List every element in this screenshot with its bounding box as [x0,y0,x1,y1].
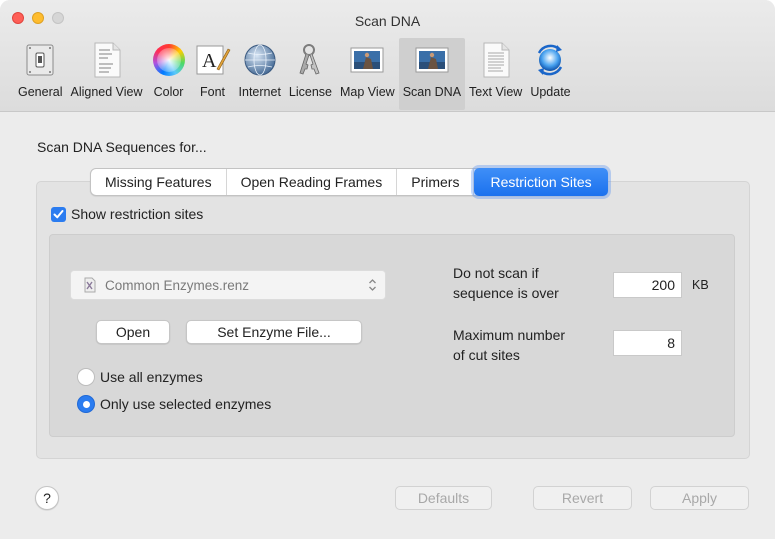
toolbar-item-scan-dna[interactable]: Scan DNA [398,38,466,110]
preferences-content: Scan DNA Sequences for... Missing Featur… [0,113,775,539]
toolbar-label: Map View [340,85,395,99]
preferences-window: Scan DNA General Aligned View Color A Fo… [0,0,775,539]
enzyme-file-popup[interactable]: Common Enzymes.renz [70,270,386,300]
chevron-updown-icon [369,279,376,291]
show-restriction-sites-row[interactable]: Show restriction sites [51,206,203,222]
toolbar-label: Scan DNA [402,85,462,99]
help-button[interactable]: ? [35,486,59,510]
toolbar-item-text-view[interactable]: Text View [465,38,526,110]
max-cut-sites-label: Maximum number of cut sites [453,325,565,365]
tab-missing-features[interactable]: Missing Features [91,169,227,195]
toolbar-label: Color [153,85,184,99]
toolbar-item-update[interactable]: Update [526,38,574,110]
tab-open-reading-frames[interactable]: Open Reading Frames [227,169,398,195]
show-restriction-sites-checkbox[interactable] [51,206,66,222]
titlebar: Scan DNA General Aligned View Color A Fo… [0,0,775,112]
tab-restriction-sites[interactable]: Restriction Sites [474,168,608,196]
use-all-enzymes-label: Use all enzymes [100,369,203,385]
window-title: Scan DNA [354,13,421,29]
text-document-icon [478,42,514,78]
toolbar-item-color[interactable]: Color [147,38,191,110]
enzyme-file-value: Common Enzymes.renz [105,277,250,293]
toolbar-label: Text View [469,85,523,99]
preferences-toolbar: General Aligned View Color A Font Intern… [14,38,575,110]
toolbar-label: Update [530,85,571,99]
apply-button[interactable]: Apply [650,486,749,510]
toolbar-item-aligned-view[interactable]: Aligned View [66,38,146,110]
only-selected-enzymes-option[interactable]: Only use selected enzymes [77,395,271,413]
enzyme-file-icon [84,277,96,293]
color-wheel-icon [151,42,187,78]
toolbar-item-map-view[interactable]: Map View [336,38,399,110]
aligned-document-icon [89,42,125,78]
scan-limit-field[interactable]: 200 [613,272,682,298]
max-cut-sites-label-line1: Maximum number [453,327,566,343]
keys-icon [292,42,328,78]
toolbar-item-font[interactable]: A Font [191,38,235,110]
svg-text:A: A [202,50,217,72]
update-icon [532,42,568,78]
toolbar-label: License [288,85,333,99]
only-selected-enzymes-label: Only use selected enzymes [100,396,272,412]
scan-limit-label: Do not scan if sequence is over [453,263,559,303]
revert-button[interactable]: Revert [533,486,632,510]
scan-limit-label-line1: Do not scan if [453,265,539,281]
set-enzyme-file-button[interactable]: Set Enzyme File... [186,320,362,344]
checkmark-icon [53,209,64,218]
defaults-button[interactable]: Defaults [395,486,492,510]
section-title: Scan DNA Sequences for... [37,139,207,155]
toolbar-item-license[interactable]: License [285,38,336,110]
only-selected-enzymes-radio[interactable] [77,395,95,413]
toolbar-item-general[interactable]: General [14,38,66,110]
scan-limit-label-line2: sequence is over [453,285,559,301]
open-button[interactable]: Open [96,320,170,344]
max-cut-sites-label-line2: of cut sites [453,347,520,363]
use-all-enzymes-radio[interactable] [77,368,95,386]
show-restriction-sites-label: Show restriction sites [71,206,204,222]
scan-limit-unit: KB [692,278,709,292]
toolbar-label: Font [200,85,226,99]
use-all-enzymes-option[interactable]: Use all enzymes [77,368,203,386]
tab-primers[interactable]: Primers [397,169,475,195]
toolbar-label: Aligned View [70,85,143,99]
toolbar-label: Internet [238,85,281,99]
font-icon: A [195,42,231,78]
globe-icon [242,42,278,78]
map-view-icon [349,42,385,78]
switch-icon [22,42,58,78]
toolbar-label: General [18,85,63,99]
scan-tabs: Missing Features Open Reading Frames Pri… [90,168,608,196]
scan-dna-icon [414,42,450,78]
toolbar-item-internet[interactable]: Internet [235,38,285,110]
max-cut-sites-field[interactable]: 8 [613,330,682,356]
